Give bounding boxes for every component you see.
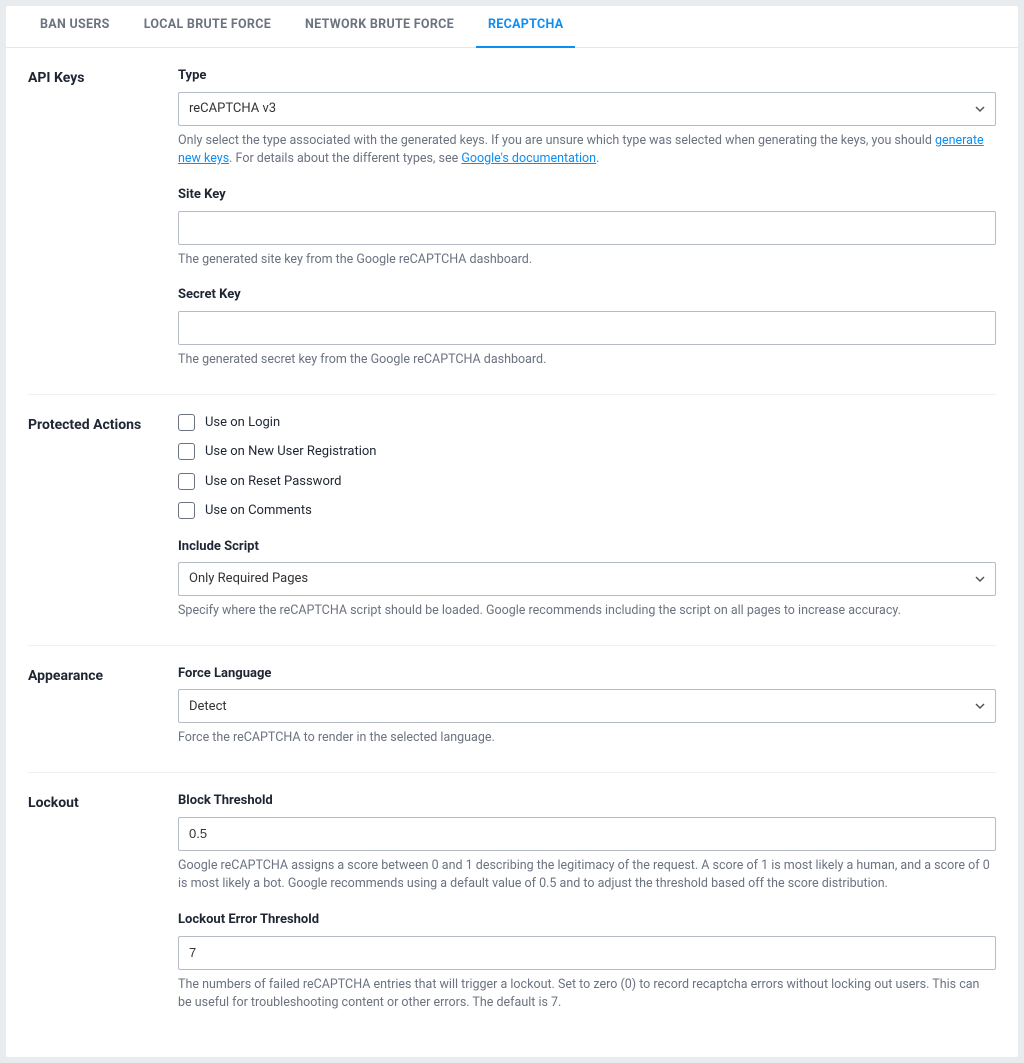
settings-panel: BAN USERS LOCAL BRUTE FORCE NETWORK BRUT… xyxy=(6,6,1018,1057)
checkbox-label-comments: Use on Comments xyxy=(205,501,312,521)
checkbox-use-on-reset[interactable] xyxy=(178,473,195,490)
section-protected-actions: Protected Actions Use on Login Use on Ne… xyxy=(28,395,996,646)
input-lockout-error[interactable] xyxy=(178,936,996,970)
select-force-language-value: Detect xyxy=(189,697,227,717)
chevron-down-icon xyxy=(975,574,985,584)
label-lockout-error: Lockout Error Threshold xyxy=(178,910,996,930)
help-site-key: The generated site key from the Google r… xyxy=(178,251,996,270)
chevron-down-icon xyxy=(975,104,985,114)
field-force-language: Force Language Detect Force the reCAPTCH… xyxy=(178,664,996,748)
field-secret-key: Secret Key The generated secret key from… xyxy=(178,285,996,369)
field-include-script: Include Script Only Required Pages Speci… xyxy=(178,537,996,621)
label-force-language: Force Language xyxy=(178,664,996,684)
label-site-key: Site Key xyxy=(178,185,996,205)
help-type: Only select the type associated with the… xyxy=(178,132,996,170)
select-include-script[interactable]: Only Required Pages xyxy=(178,562,996,596)
help-lockout-error: The numbers of failed reCAPTCHA entries … xyxy=(178,976,996,1014)
section-appearance: Appearance Force Language Detect Force t… xyxy=(28,646,996,773)
field-site-key: Site Key The generated site key from the… xyxy=(178,185,996,269)
input-site-key[interactable] xyxy=(178,211,996,245)
section-api-keys: API Keys Type reCAPTCHA v3 Only select t… xyxy=(28,48,996,395)
help-block-threshold: Google reCAPTCHA assigns a score between… xyxy=(178,857,996,895)
checkbox-use-on-comments[interactable] xyxy=(178,502,195,519)
content-area: API Keys Type reCAPTCHA v3 Only select t… xyxy=(6,48,1018,1057)
check-row-comments: Use on Comments xyxy=(178,501,996,521)
label-type: Type xyxy=(178,66,996,86)
checkbox-use-on-login[interactable] xyxy=(178,414,195,431)
label-include-script: Include Script xyxy=(178,537,996,557)
help-force-language: Force the reCAPTCHA to render in the sel… xyxy=(178,729,996,748)
select-force-language[interactable]: Detect xyxy=(178,689,996,723)
select-include-script-value: Only Required Pages xyxy=(189,569,308,589)
label-block-threshold: Block Threshold xyxy=(178,791,996,811)
check-row-register: Use on New User Registration xyxy=(178,442,996,462)
help-secret-key: The generated secret key from the Google… xyxy=(178,351,996,370)
check-row-reset: Use on Reset Password xyxy=(178,472,996,492)
checkbox-label-register: Use on New User Registration xyxy=(205,442,376,462)
section-lockout: Lockout Block Threshold Google reCAPTCHA… xyxy=(28,773,996,1037)
chevron-down-icon xyxy=(975,701,985,711)
check-row-login: Use on Login xyxy=(178,413,996,433)
input-secret-key[interactable] xyxy=(178,311,996,345)
tab-local-brute-force[interactable]: LOCAL BRUTE FORCE xyxy=(132,6,283,48)
tab-recaptcha[interactable]: RECAPTCHA xyxy=(476,6,575,48)
section-title-protected-actions: Protected Actions xyxy=(28,413,178,621)
tab-bar: BAN USERS LOCAL BRUTE FORCE NETWORK BRUT… xyxy=(6,6,1018,48)
select-recaptcha-type[interactable]: reCAPTCHA v3 xyxy=(178,92,996,126)
help-include-script: Specify where the reCAPTCHA script shoul… xyxy=(178,602,996,621)
input-block-threshold[interactable] xyxy=(178,817,996,851)
select-recaptcha-type-value: reCAPTCHA v3 xyxy=(189,99,276,119)
link-google-documentation[interactable]: Google's documentation xyxy=(461,151,596,166)
checkbox-label-login: Use on Login xyxy=(205,413,280,433)
tab-network-brute-force[interactable]: NETWORK BRUTE FORCE xyxy=(293,6,466,48)
section-title-api-keys: API Keys xyxy=(28,66,178,370)
field-lockout-error: Lockout Error Threshold The numbers of f… xyxy=(178,910,996,1013)
tab-ban-users[interactable]: BAN USERS xyxy=(28,6,122,48)
label-secret-key: Secret Key xyxy=(178,285,996,305)
checkbox-use-on-register[interactable] xyxy=(178,443,195,460)
field-type: Type reCAPTCHA v3 Only select the type a… xyxy=(178,66,996,169)
section-title-lockout: Lockout xyxy=(28,791,178,1013)
field-block-threshold: Block Threshold Google reCAPTCHA assigns… xyxy=(178,791,996,894)
checkbox-label-reset: Use on Reset Password xyxy=(205,472,341,492)
section-title-appearance: Appearance xyxy=(28,664,178,748)
